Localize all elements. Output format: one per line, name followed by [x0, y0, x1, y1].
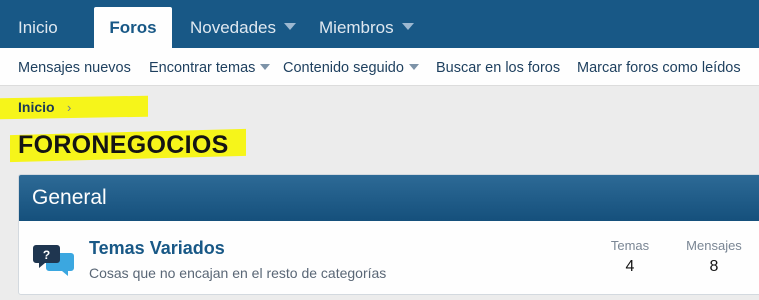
subnav-label: Contenido seguido: [283, 60, 404, 76]
subnav-contenido-seguido[interactable]: Contenido seguido: [283, 48, 419, 86]
subnav-encontrar-temas[interactable]: Encontrar temas: [149, 48, 271, 86]
chevron-down-icon[interactable]: [284, 23, 297, 30]
chevron-down-icon[interactable]: [260, 64, 271, 70]
stat-mensajes-label: Mensajes: [686, 238, 742, 253]
category-title: General: [32, 186, 107, 209]
forum-description: Cosas que no encajan en el resto de cate…: [89, 265, 387, 281]
forum-node: ? Temas Variados Cosas que no encajan en…: [19, 221, 759, 294]
subnav-buscar-en-los-foros[interactable]: Buscar en los foros: [436, 48, 560, 86]
stat-mensajes-value: 8: [709, 258, 719, 275]
breadcrumb-inicio-link[interactable]: Inicio: [18, 99, 55, 115]
subnav-label: Marcar foros como leídos: [577, 60, 741, 76]
category-header[interactable]: General: [19, 175, 759, 221]
stat-temas: Temas 4: [605, 238, 655, 276]
subnav-mensajes-nuevos[interactable]: Mensajes nuevos: [18, 48, 131, 86]
subnav-marcar-foros-leidos[interactable]: Marcar foros como leídos: [577, 48, 741, 86]
tab-inicio[interactable]: Inicio: [0, 7, 76, 48]
subnav-label: Mensajes nuevos: [18, 60, 131, 76]
top-navigation: Inicio Foros Novedades Miembros: [0, 0, 759, 48]
tab-novedades[interactable]: Novedades: [190, 7, 297, 48]
page-title: FORONEGOCIOS: [18, 131, 229, 159]
subnav-label: Buscar en los foros: [436, 60, 561, 76]
stat-temas-value: 4: [625, 258, 635, 275]
tab-inicio-label: Inicio: [18, 18, 58, 37]
svg-text:?: ?: [43, 248, 50, 262]
tab-foros[interactable]: Foros: [94, 7, 172, 48]
stat-mensajes: Mensajes 8: [683, 238, 745, 276]
sub-navigation: Mensajes nuevos Encontrar temas Contenid…: [0, 48, 759, 86]
tab-miembros-label: Miembros: [319, 18, 394, 37]
subnav-label: Encontrar temas: [149, 60, 256, 76]
stat-temas-label: Temas: [610, 238, 650, 253]
tab-novedades-label: Novedades: [190, 18, 277, 37]
chat-bubbles-icon: ?: [33, 245, 74, 276]
category-block: General ? Temas Variados Cosas que no en…: [18, 174, 759, 295]
chevron-right-icon: ›: [67, 100, 72, 115]
breadcrumb: Inicio ›: [0, 95, 148, 120]
forum-title-link[interactable]: Temas Variados: [89, 238, 225, 259]
tab-foros-label: Foros: [109, 18, 157, 37]
chevron-down-icon[interactable]: [408, 64, 419, 70]
tab-miembros[interactable]: Miembros: [319, 7, 414, 48]
chevron-down-icon[interactable]: [401, 23, 414, 30]
